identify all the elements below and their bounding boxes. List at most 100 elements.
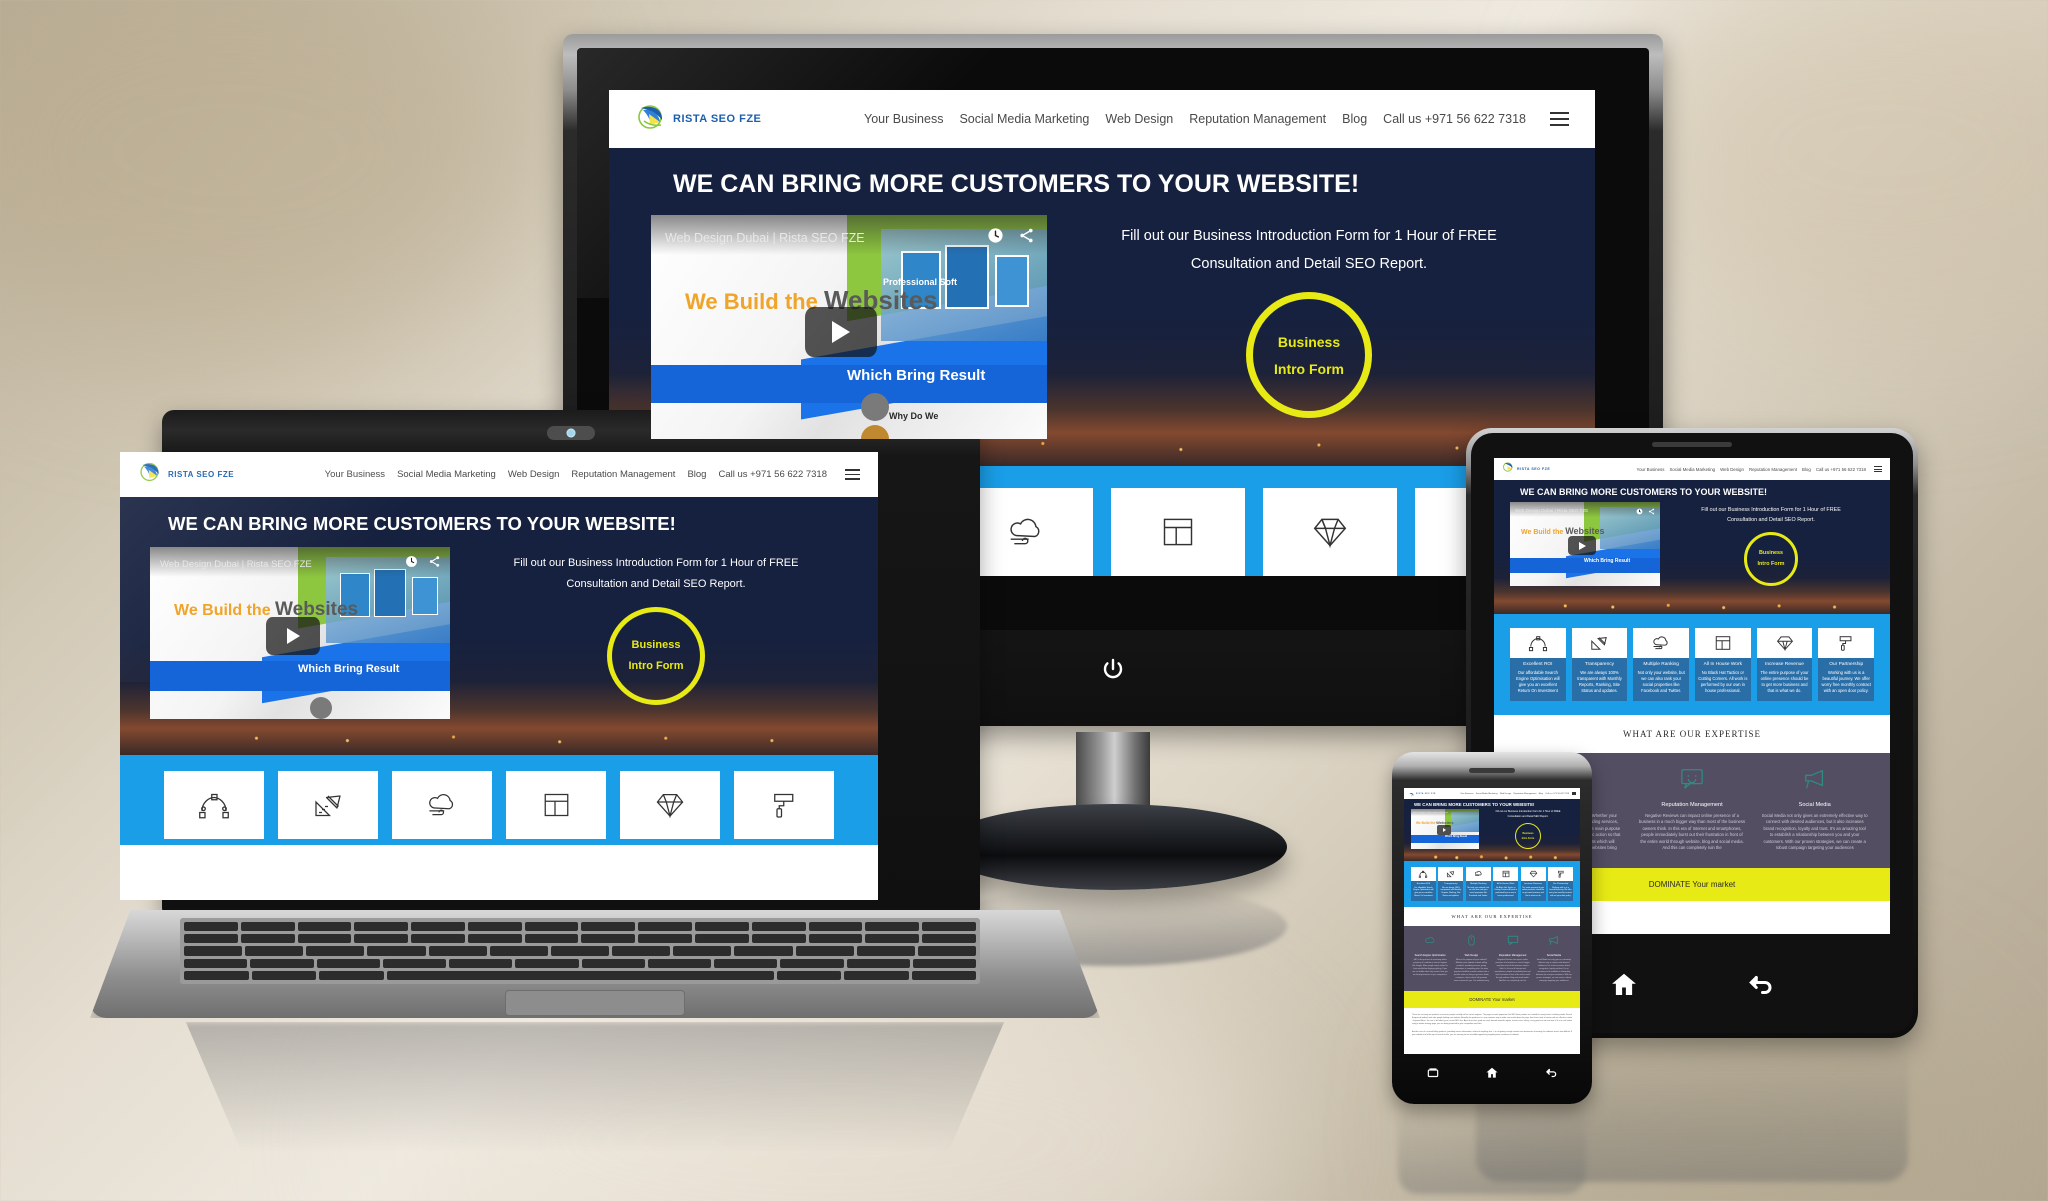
nav-item-blog[interactable]: Blog	[1342, 112, 1367, 126]
feature-card[interactable]: All In House Work No Black Hat Tactics o…	[1493, 867, 1519, 901]
nav-item-social-media-marketing[interactable]: Social Media Marketing	[1669, 467, 1715, 472]
nav-item-blog[interactable]: Blog	[1802, 467, 1811, 472]
site-navbar: RISTA SEO FZE Your Business Social Media…	[1494, 458, 1890, 480]
feature-card[interactable]: All In House Work No Black Hat Tactics o…	[1695, 628, 1751, 701]
hamburger-menu-icon[interactable]	[1572, 792, 1576, 795]
play-icon[interactable]	[1568, 536, 1596, 555]
feature-card[interactable]	[734, 771, 834, 839]
features-strip: Excellent ROI Our affordable Search Engi…	[1494, 614, 1890, 715]
brand-logo[interactable]: RISTA SEO FZE	[138, 460, 234, 489]
feature-card[interactable]	[164, 771, 264, 839]
feature-icon-box	[1548, 867, 1574, 881]
feature-card[interactable]	[392, 771, 492, 839]
feature-card[interactable]	[1263, 488, 1397, 576]
feature-icon-box	[1818, 628, 1875, 658]
feature-card[interactable]: Multiple Ranking Not only your website, …	[1633, 628, 1689, 701]
feature-card[interactable]: Transparency We are always 100% transpar…	[1438, 867, 1464, 901]
clock-icon[interactable]	[405, 555, 418, 573]
hero-headline: WE CAN BRING MORE CUSTOMERS TO YOUR WEBS…	[1414, 802, 1535, 807]
site-navbar: RISTA SEO FZE Your Business Social Media…	[120, 452, 878, 497]
share-icon[interactable]	[428, 555, 441, 573]
nav-item-call-us[interactable]: Call us +971 56 622 7318	[718, 469, 827, 480]
home-icon[interactable]	[1485, 1066, 1499, 1085]
expertise-text: What is the purpose of your website? Whe…	[1453, 959, 1489, 983]
feature-card[interactable]	[1111, 488, 1245, 576]
play-icon[interactable]	[805, 307, 877, 357]
feature-card-body: All In House Work No Black Hat Tactics o…	[1493, 881, 1519, 901]
business-intro-form-button[interactable]: Business Intro Form	[607, 606, 705, 705]
share-icon[interactable]	[1648, 502, 1655, 520]
feature-card[interactable]: Our Partnership Working with us is a bea…	[1548, 867, 1574, 901]
back-icon[interactable]	[1544, 1066, 1558, 1085]
nav-item-your-business[interactable]: Your Business	[1460, 793, 1473, 795]
nav-item-social-media-marketing[interactable]: Social Media Marketing	[397, 469, 496, 480]
feature-card[interactable]: Increase Revenue The entire purpose of y…	[1756, 628, 1813, 701]
nav-item-your-business[interactable]: Your Business	[1637, 467, 1665, 472]
feature-card-body: Transparency We are always 100% transpar…	[1571, 658, 1628, 701]
nav-item-call-us[interactable]: Call us +971 56 622 7318	[1545, 793, 1569, 795]
expertise-title: Reputation Management	[1661, 801, 1723, 808]
feature-card[interactable]: Our Partnership Working with us is a bea…	[1818, 628, 1875, 701]
feature-card-body: Multiple Ranking Not only your website, …	[1465, 881, 1491, 901]
feature-card[interactable]	[620, 771, 720, 839]
video-title: Web Design Dubai | Rista SEO FZE	[160, 558, 312, 570]
feature-card[interactable]: Excellent ROI Our affordable Search Engi…	[1410, 867, 1436, 901]
feature-card[interactable]: Transparency We are always 100% transpar…	[1571, 628, 1628, 701]
share-icon[interactable]	[1018, 227, 1035, 249]
laptop-keyboard[interactable]	[180, 918, 980, 984]
trackpad[interactable]	[505, 990, 685, 1016]
expertise-column: Reputation Management Negative Reviews c…	[1495, 933, 1531, 983]
nav-item-your-business[interactable]: Your Business	[864, 112, 943, 126]
nav-item-blog[interactable]: Blog	[687, 469, 706, 480]
feature-title: Our Partnership	[1552, 883, 1569, 885]
nav-item-reputation-management[interactable]: Reputation Management	[1749, 467, 1797, 472]
nav-item-social-media-marketing[interactable]: Social Media Marketing	[959, 112, 1089, 126]
home-icon[interactable]	[1609, 970, 1639, 1005]
business-intro-form-button[interactable]: Business Intro Form	[1744, 531, 1798, 586]
play-icon[interactable]	[1437, 825, 1451, 835]
hero-video-player[interactable]: We Build the Websites Professional Soft …	[651, 215, 1047, 439]
brand-logo[interactable]: RISTA SEO FZE	[1502, 460, 1550, 478]
play-icon[interactable]	[266, 617, 320, 655]
feature-card[interactable]	[506, 771, 606, 839]
nav-item-call-us[interactable]: Call us +971 56 622 7318	[1816, 467, 1866, 472]
feature-card[interactable]: Increase Revenue The entire purpose of y…	[1520, 867, 1546, 901]
brand-logo[interactable]: RISTA SEO FZE	[635, 102, 761, 137]
dominate-banner[interactable]: DOMINATE Your market	[1404, 991, 1580, 1009]
hamburger-menu-icon[interactable]	[1874, 466, 1882, 472]
nav-item-call-us[interactable]: Call us +971 56 622 7318	[1383, 112, 1526, 126]
expertise-text: Social Media not only gives an extremely…	[1535, 959, 1572, 983]
nav-item-web-design[interactable]: Web Design	[1720, 467, 1744, 472]
nav-item-your-business[interactable]: Your Business	[325, 469, 385, 480]
power-icon[interactable]	[1101, 657, 1125, 686]
nav-item-web-design[interactable]: Web Design	[1105, 112, 1173, 126]
business-intro-form-button[interactable]: Business Intro Form	[1246, 292, 1372, 419]
cta-line-1: Fill out our Business Introduction Form …	[1701, 507, 1841, 513]
business-intro-form-button[interactable]: Business Intro Form	[1515, 822, 1541, 849]
feature-card[interactable]: Excellent ROI Our affordable Search Engi…	[1509, 628, 1566, 701]
hero-video-player[interactable]: We Build the Websites Which Bring Result…	[1411, 809, 1479, 849]
recent-apps-icon[interactable]	[1426, 1066, 1440, 1085]
brand-name: RISTA SEO FZE	[1416, 792, 1436, 795]
hero-video-player[interactable]: We Build the Websites Which Bring Result…	[150, 547, 450, 719]
feature-card[interactable]	[278, 771, 378, 839]
nav-item-reputation-management[interactable]: Reputation Management	[1514, 793, 1537, 795]
hamburger-menu-icon[interactable]	[845, 469, 860, 480]
chat-icon	[1495, 933, 1531, 951]
feature-text: We are always 100% transparent with Mont…	[1440, 886, 1462, 898]
nav-item-reputation-management[interactable]: Reputation Management	[571, 469, 675, 480]
nav-item-web-design[interactable]: Web Design	[1500, 793, 1511, 795]
clock-icon[interactable]	[1636, 502, 1643, 520]
nav-item-social-media-marketing[interactable]: Social Media Marketing	[1476, 793, 1498, 795]
hero-video-player[interactable]: We Build the Websites Which Bring Result…	[1510, 502, 1660, 586]
hamburger-menu-icon[interactable]	[1550, 112, 1569, 126]
nav-item-web-design[interactable]: Web Design	[508, 469, 560, 480]
nav-item-reputation-management[interactable]: Reputation Management	[1189, 112, 1326, 126]
nav-item-blog[interactable]: Blog	[1539, 793, 1543, 795]
back-icon[interactable]	[1745, 970, 1775, 1005]
feature-text: The entire purpose of your online presen…	[1522, 886, 1545, 898]
thumb-subtitle: Which Bring Result	[1445, 835, 1468, 838]
feature-card[interactable]: Multiple Ranking Not only your website, …	[1465, 867, 1491, 901]
key-row	[184, 934, 976, 944]
clock-icon[interactable]	[987, 227, 1004, 249]
